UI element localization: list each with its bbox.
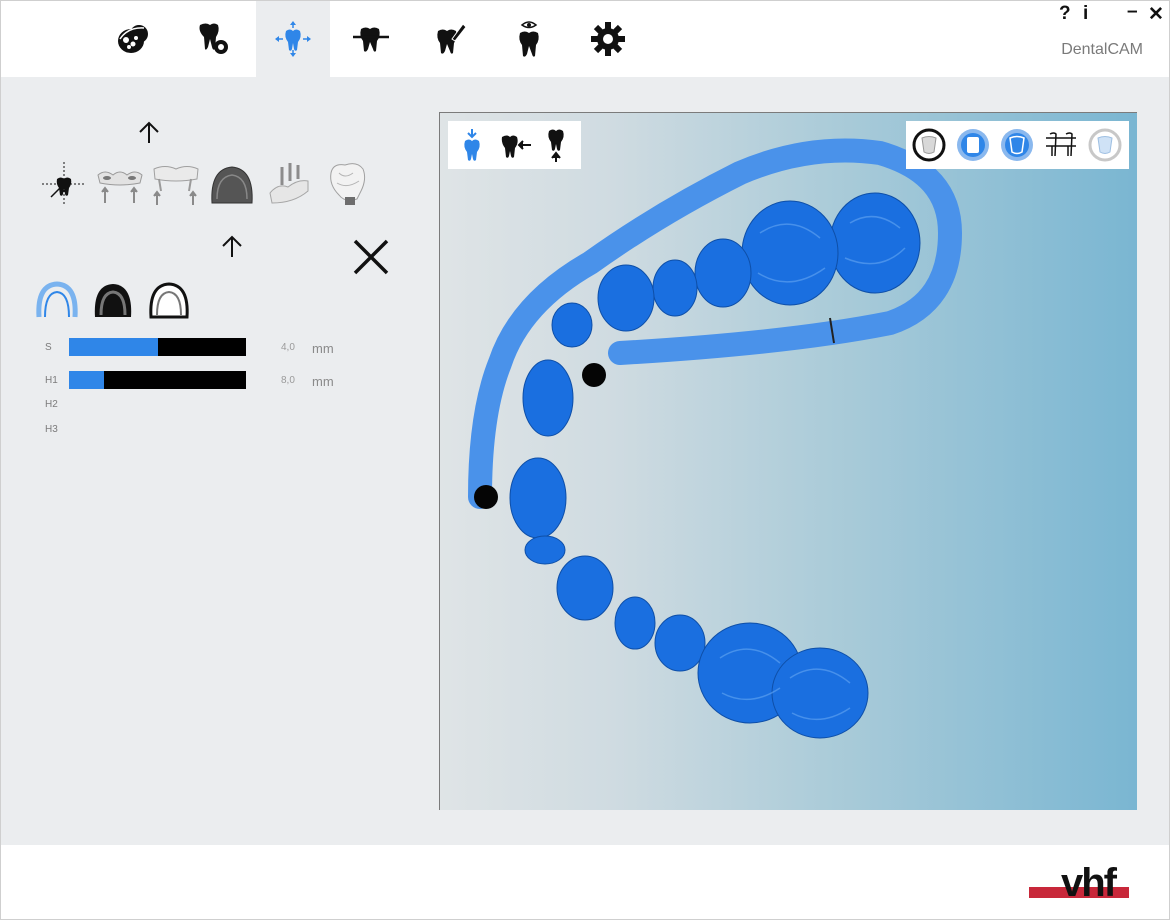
bridge-frame-icon[interactable] bbox=[151, 161, 201, 211]
crown-faded-icon[interactable] bbox=[1086, 126, 1124, 164]
help-button[interactable]: ? bbox=[1059, 3, 1071, 25]
connector-tool[interactable] bbox=[334, 1, 408, 77]
slider-s-fill bbox=[69, 338, 158, 356]
tooth-eye-icon bbox=[519, 21, 539, 57]
view-mode-toolbar bbox=[906, 121, 1129, 169]
model-select-tool[interactable] bbox=[97, 1, 171, 77]
arch-outline-black-icon[interactable] bbox=[147, 279, 191, 323]
tooth-up-arrow-icon[interactable] bbox=[540, 127, 572, 163]
crown-round-icon[interactable] bbox=[998, 126, 1036, 164]
tooth-down-arrow-icon[interactable] bbox=[456, 127, 488, 163]
app-title: DentalCAM bbox=[1061, 41, 1143, 58]
view-direction-toolbar bbox=[448, 121, 581, 169]
close-window-button[interactable]: ✕ bbox=[1148, 3, 1164, 26]
slider-h1-fill bbox=[69, 371, 105, 389]
info-button[interactable]: i bbox=[1083, 3, 1088, 25]
minimize-button[interactable]: – bbox=[1127, 1, 1138, 23]
tooth-gear-icon bbox=[199, 23, 228, 54]
tooth-side-arrow-icon[interactable] bbox=[498, 127, 534, 163]
tooth-move-icon bbox=[275, 21, 311, 57]
arch-filled-black-icon[interactable] bbox=[91, 279, 135, 323]
slider-h1-unit: mm bbox=[312, 374, 334, 389]
slider-s-unit: mm bbox=[312, 341, 334, 356]
top-toolbar: ? i – ✕ DentalCAM bbox=[1, 1, 1169, 77]
tooth-analysis-tool[interactable] bbox=[177, 1, 251, 77]
bridge-view-icon[interactable] bbox=[1042, 126, 1080, 164]
tooth-pen-icon bbox=[437, 23, 467, 54]
crown-square-icon[interactable] bbox=[954, 126, 992, 164]
gear-icon bbox=[591, 22, 625, 56]
crown-ring-icon[interactable] bbox=[910, 126, 948, 164]
settings-tool[interactable] bbox=[571, 1, 645, 77]
bridge-abutment-icon[interactable] bbox=[95, 161, 145, 211]
slider-h1-value: 8,0 bbox=[281, 375, 295, 386]
tooth-line-icon bbox=[353, 27, 389, 52]
slider-label-s: S bbox=[45, 342, 52, 353]
slider-label-h1: H1 bbox=[45, 375, 58, 386]
arch-outline-blue-icon[interactable] bbox=[35, 279, 79, 323]
app-window: ? i – ✕ DentalCAM S 4,0 mm H1 8,0 mm H2 … bbox=[0, 0, 1170, 920]
close-icon[interactable] bbox=[349, 235, 393, 279]
svg-text:vhf: vhf bbox=[1061, 861, 1118, 905]
dental-model-scene[interactable] bbox=[440, 113, 1137, 810]
preview-tool[interactable] bbox=[492, 1, 566, 77]
slider-s[interactable] bbox=[69, 338, 246, 356]
coordinate-origin-icon[interactable] bbox=[39, 159, 89, 209]
jaw-model-icon bbox=[118, 25, 148, 53]
footer: vhf bbox=[1, 845, 1169, 919]
single-crown-icon[interactable] bbox=[323, 159, 373, 209]
pin-marker-2 bbox=[474, 485, 498, 509]
pin-marker-1 bbox=[582, 363, 606, 387]
slider-h1[interactable] bbox=[69, 371, 246, 389]
label-h3: H3 bbox=[45, 424, 58, 435]
jaw-arch-icon[interactable] bbox=[207, 159, 257, 209]
tooth-edit-tool[interactable] bbox=[413, 1, 487, 77]
slider-s-value: 4,0 bbox=[281, 342, 295, 353]
arrow-up-icon[interactable] bbox=[135, 119, 163, 147]
position-tool[interactable] bbox=[256, 1, 330, 77]
vhf-logo: vhf bbox=[1029, 861, 1129, 905]
implant-bridge-icon[interactable] bbox=[264, 159, 314, 209]
3d-viewport[interactable] bbox=[439, 112, 1137, 810]
label-h2: H2 bbox=[45, 399, 58, 410]
arrow-up-icon-2[interactable] bbox=[218, 233, 246, 261]
